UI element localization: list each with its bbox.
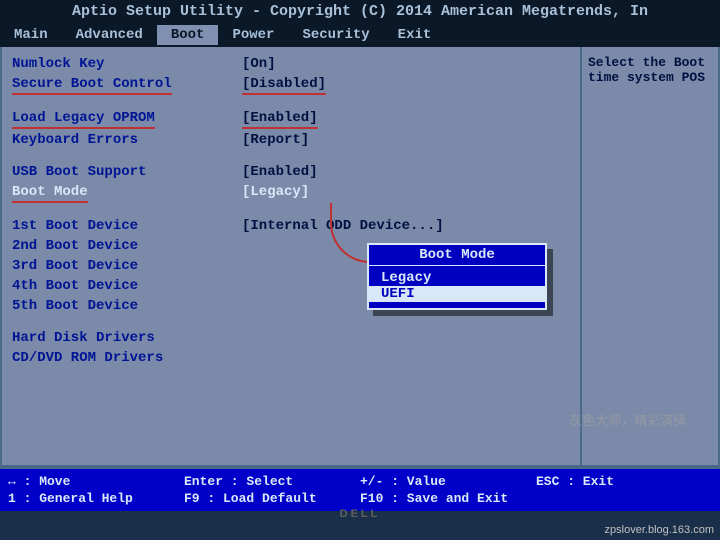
setting-label: Boot Mode <box>12 183 242 203</box>
setting-label: Hard Disk Drivers <box>12 329 242 347</box>
menu-exit[interactable]: Exit <box>384 25 446 45</box>
boot-mode-popup: Boot Mode Legacy UEFI <box>367 243 547 310</box>
setting-boot-1[interactable]: 1st Boot Device [Internal ODD Device...] <box>12 217 570 235</box>
setting-numlock[interactable]: Numlock Key [On] <box>12 55 570 73</box>
setting-value: [Legacy] <box>242 183 309 203</box>
bios-header: Aptio Setup Utility - Copyright (C) 2014… <box>0 0 720 23</box>
setting-value: [Report] <box>242 131 309 149</box>
menu-advanced[interactable]: Advanced <box>62 25 157 45</box>
popup-option-legacy[interactable]: Legacy <box>369 270 545 286</box>
setting-value: [On] <box>242 55 276 73</box>
popup-option-uefi[interactable]: UEFI <box>369 286 545 302</box>
setting-boot-mode[interactable]: Boot Mode [Legacy] <box>12 183 570 203</box>
footer-load-default: F9 : Load Default <box>184 490 360 507</box>
setting-label: 1st Boot Device <box>12 217 242 235</box>
setting-usb-boot[interactable]: USB Boot Support [Enabled] <box>12 163 570 181</box>
help-panel: Select the Boot time system POS <box>580 47 718 465</box>
menu-boot[interactable]: Boot <box>157 25 219 45</box>
popup-title: Boot Mode <box>369 247 545 266</box>
brand-label: DELL <box>340 508 381 520</box>
setting-value: [Enabled] <box>242 163 318 181</box>
menubar: Main Advanced Boot Power Security Exit <box>0 23 720 47</box>
footer-move: ↔ : Move <box>8 473 184 490</box>
setting-label: Load Legacy OPROM <box>12 109 242 129</box>
setting-value: [Disabled] <box>242 75 326 95</box>
header-title: Aptio Setup Utility - Copyright (C) 2014… <box>72 3 648 20</box>
menu-security[interactable]: Security <box>288 25 383 45</box>
footer-save-exit: F10 : Save and Exit <box>360 490 536 507</box>
setting-value: [Enabled] <box>242 109 318 129</box>
blog-url: zpslover.blog.163.com <box>605 524 714 536</box>
footer-help-key: 1 : General Help <box>8 490 184 507</box>
setting-label: 5th Boot Device <box>12 297 242 315</box>
setting-label: Secure Boot Control <box>12 75 242 95</box>
setting-label: 2nd Boot Device <box>12 237 242 255</box>
setting-value: [Internal ODD Device...] <box>242 217 444 235</box>
setting-label: USB Boot Support <box>12 163 242 181</box>
setting-keyboard-errors[interactable]: Keyboard Errors [Report] <box>12 131 570 149</box>
footer-spacer <box>536 490 712 507</box>
main-area: Numlock Key [On] Secure Boot Control [Di… <box>0 47 720 467</box>
setting-label: Numlock Key <box>12 55 242 73</box>
watermark-text: 灰色大师，精彩演绎. <box>569 410 690 429</box>
setting-hdd-drivers[interactable]: Hard Disk Drivers <box>12 329 570 347</box>
setting-cddvd-drivers[interactable]: CD/DVD ROM Drivers <box>12 349 570 367</box>
setting-load-legacy-oprom[interactable]: Load Legacy OPROM [Enabled] <box>12 109 570 129</box>
footer-exit: ESC : Exit <box>536 473 712 490</box>
settings-panel: Numlock Key [On] Secure Boot Control [Di… <box>2 47 580 465</box>
help-text: Select the Boot time system POS <box>588 55 712 85</box>
setting-label: Keyboard Errors <box>12 131 242 149</box>
setting-secure-boot[interactable]: Secure Boot Control [Disabled] <box>12 75 570 95</box>
menu-main[interactable]: Main <box>0 25 62 45</box>
menu-power[interactable]: Power <box>218 25 288 45</box>
footer-select: Enter : Select <box>184 473 360 490</box>
setting-label: 4th Boot Device <box>12 277 242 295</box>
setting-label: CD/DVD ROM Drivers <box>12 349 242 367</box>
setting-label: 3rd Boot Device <box>12 257 242 275</box>
footer-help: ↔ : Move Enter : Select +/- : Value ESC … <box>0 467 720 511</box>
footer-value: +/- : Value <box>360 473 536 490</box>
